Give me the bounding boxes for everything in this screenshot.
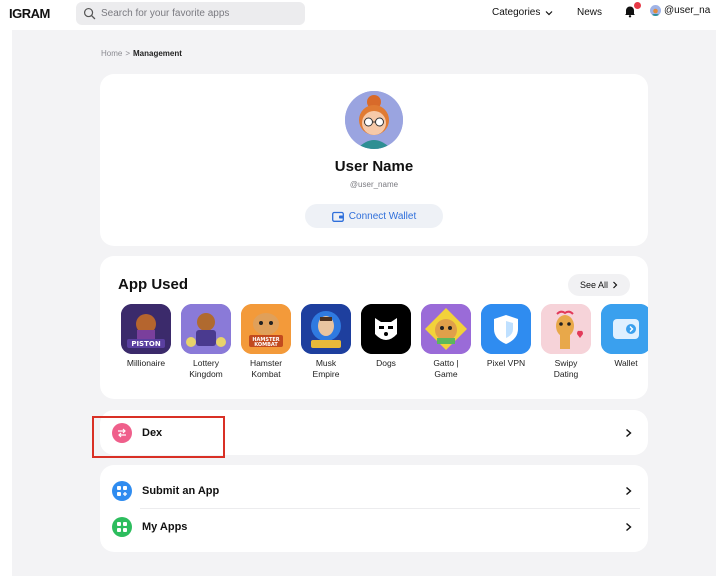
wallet-icon — [331, 211, 344, 222]
profile-card: User Name @user_name Connect Wallet — [100, 74, 648, 246]
app-item-gatto-game[interactable]: Gatto | Game — [418, 304, 474, 380]
chevron-right-icon — [626, 486, 632, 496]
breadcrumb: Home > Management — [101, 49, 182, 58]
app-item-pixel-vpn[interactable]: Pixel VPN — [478, 304, 534, 369]
nav-categories-label: Categories — [492, 7, 541, 18]
breadcrumb-current: Management — [133, 49, 182, 58]
app-item-swipy-dating[interactable]: Swipy Dating — [538, 304, 594, 380]
see-all-button[interactable]: See All — [568, 274, 630, 296]
app-label: Gatto | Game — [433, 358, 459, 379]
submit-app-row[interactable]: Submit an App — [100, 473, 648, 509]
chevron-right-icon — [626, 522, 632, 532]
nav-news[interactable]: News — [577, 7, 602, 18]
apps-used-title: App Used — [118, 276, 189, 293]
gatto-icon — [421, 304, 471, 354]
breadcrumb-home[interactable]: Home — [101, 49, 122, 58]
user-handle-short: @user_na — [664, 5, 711, 16]
pixel-vpn-icon — [481, 304, 531, 354]
app-label: Hamster Kombat — [249, 358, 283, 379]
apps-used-card: App Used See All PISTON Millionaire Lott… — [100, 256, 648, 399]
user-name: User Name — [334, 158, 414, 175]
user-menu[interactable]: @user_na — [650, 5, 710, 16]
app-label: Pixel VPN — [486, 358, 526, 368]
app-label: Musk Empire — [312, 358, 340, 379]
notification-badge — [634, 2, 641, 9]
app-item-dogs[interactable]: Dogs — [358, 304, 414, 369]
user-avatar-small — [650, 5, 661, 16]
piston-icon: PISTON — [121, 304, 171, 354]
app-label: Swipy Dating — [553, 358, 579, 379]
my-apps-icon — [112, 517, 132, 537]
breadcrumb-separator: > — [125, 49, 131, 58]
wallet-app-icon — [601, 304, 648, 354]
app-item-hamster-kombat[interactable]: HAMSTER KOMBAT Hamster Kombat — [238, 304, 294, 380]
app-item-lottery-kingdom[interactable]: Lottery Kingdom — [178, 304, 234, 380]
app-logo[interactable]: IGRAM — [9, 6, 50, 21]
dogs-icon — [361, 304, 411, 354]
search-input[interactable]: Search for your favorite apps — [76, 2, 305, 25]
links-card: Submit an App My Apps — [100, 465, 648, 552]
nav-categories[interactable]: Categories — [492, 7, 553, 18]
app-item-musk-empire[interactable]: Musk Empire — [298, 304, 354, 380]
app-label: Dogs — [376, 358, 396, 368]
highlight-box — [92, 416, 225, 458]
top-bar: IGRAM Search for your favorite apps Cate… — [0, 0, 716, 30]
my-apps-label: My Apps — [142, 521, 188, 533]
connect-wallet-label: Connect Wallet — [348, 210, 417, 222]
app-item-wallet[interactable]: Wallet — [598, 304, 648, 369]
app-label: Lottery Kingdom — [189, 358, 223, 379]
app-label: Wallet — [614, 358, 638, 368]
lottery-kingdom-icon — [181, 304, 231, 354]
swipy-dating-icon — [541, 304, 591, 354]
connect-wallet-button[interactable]: Connect Wallet — [305, 204, 443, 228]
chevron-down-icon — [545, 10, 553, 15]
app-item-millionaire[interactable]: PISTON Millionaire — [118, 304, 174, 369]
submit-app-label: Submit an App — [142, 485, 220, 497]
my-apps-row[interactable]: My Apps — [100, 509, 648, 545]
search-placeholder: Search for your favorite apps — [101, 8, 230, 19]
chevron-right-icon — [613, 281, 618, 289]
user-avatar — [345, 91, 403, 149]
svg-text:KOMBAT: KOMBAT — [254, 342, 278, 348]
musk-empire-icon — [301, 304, 351, 354]
submit-app-icon — [112, 481, 132, 501]
hamster-kombat-icon: HAMSTER KOMBAT — [241, 304, 291, 354]
apps-row: PISTON Millionaire Lottery Kingdom HAMST… — [118, 304, 648, 394]
app-label: Millionaire — [126, 358, 166, 368]
svg-text:PISTON: PISTON — [131, 340, 161, 348]
see-all-label: See All — [579, 280, 609, 290]
user-handle: @user_name — [349, 180, 399, 189]
search-icon — [83, 7, 96, 20]
chevron-right-icon — [626, 428, 632, 438]
